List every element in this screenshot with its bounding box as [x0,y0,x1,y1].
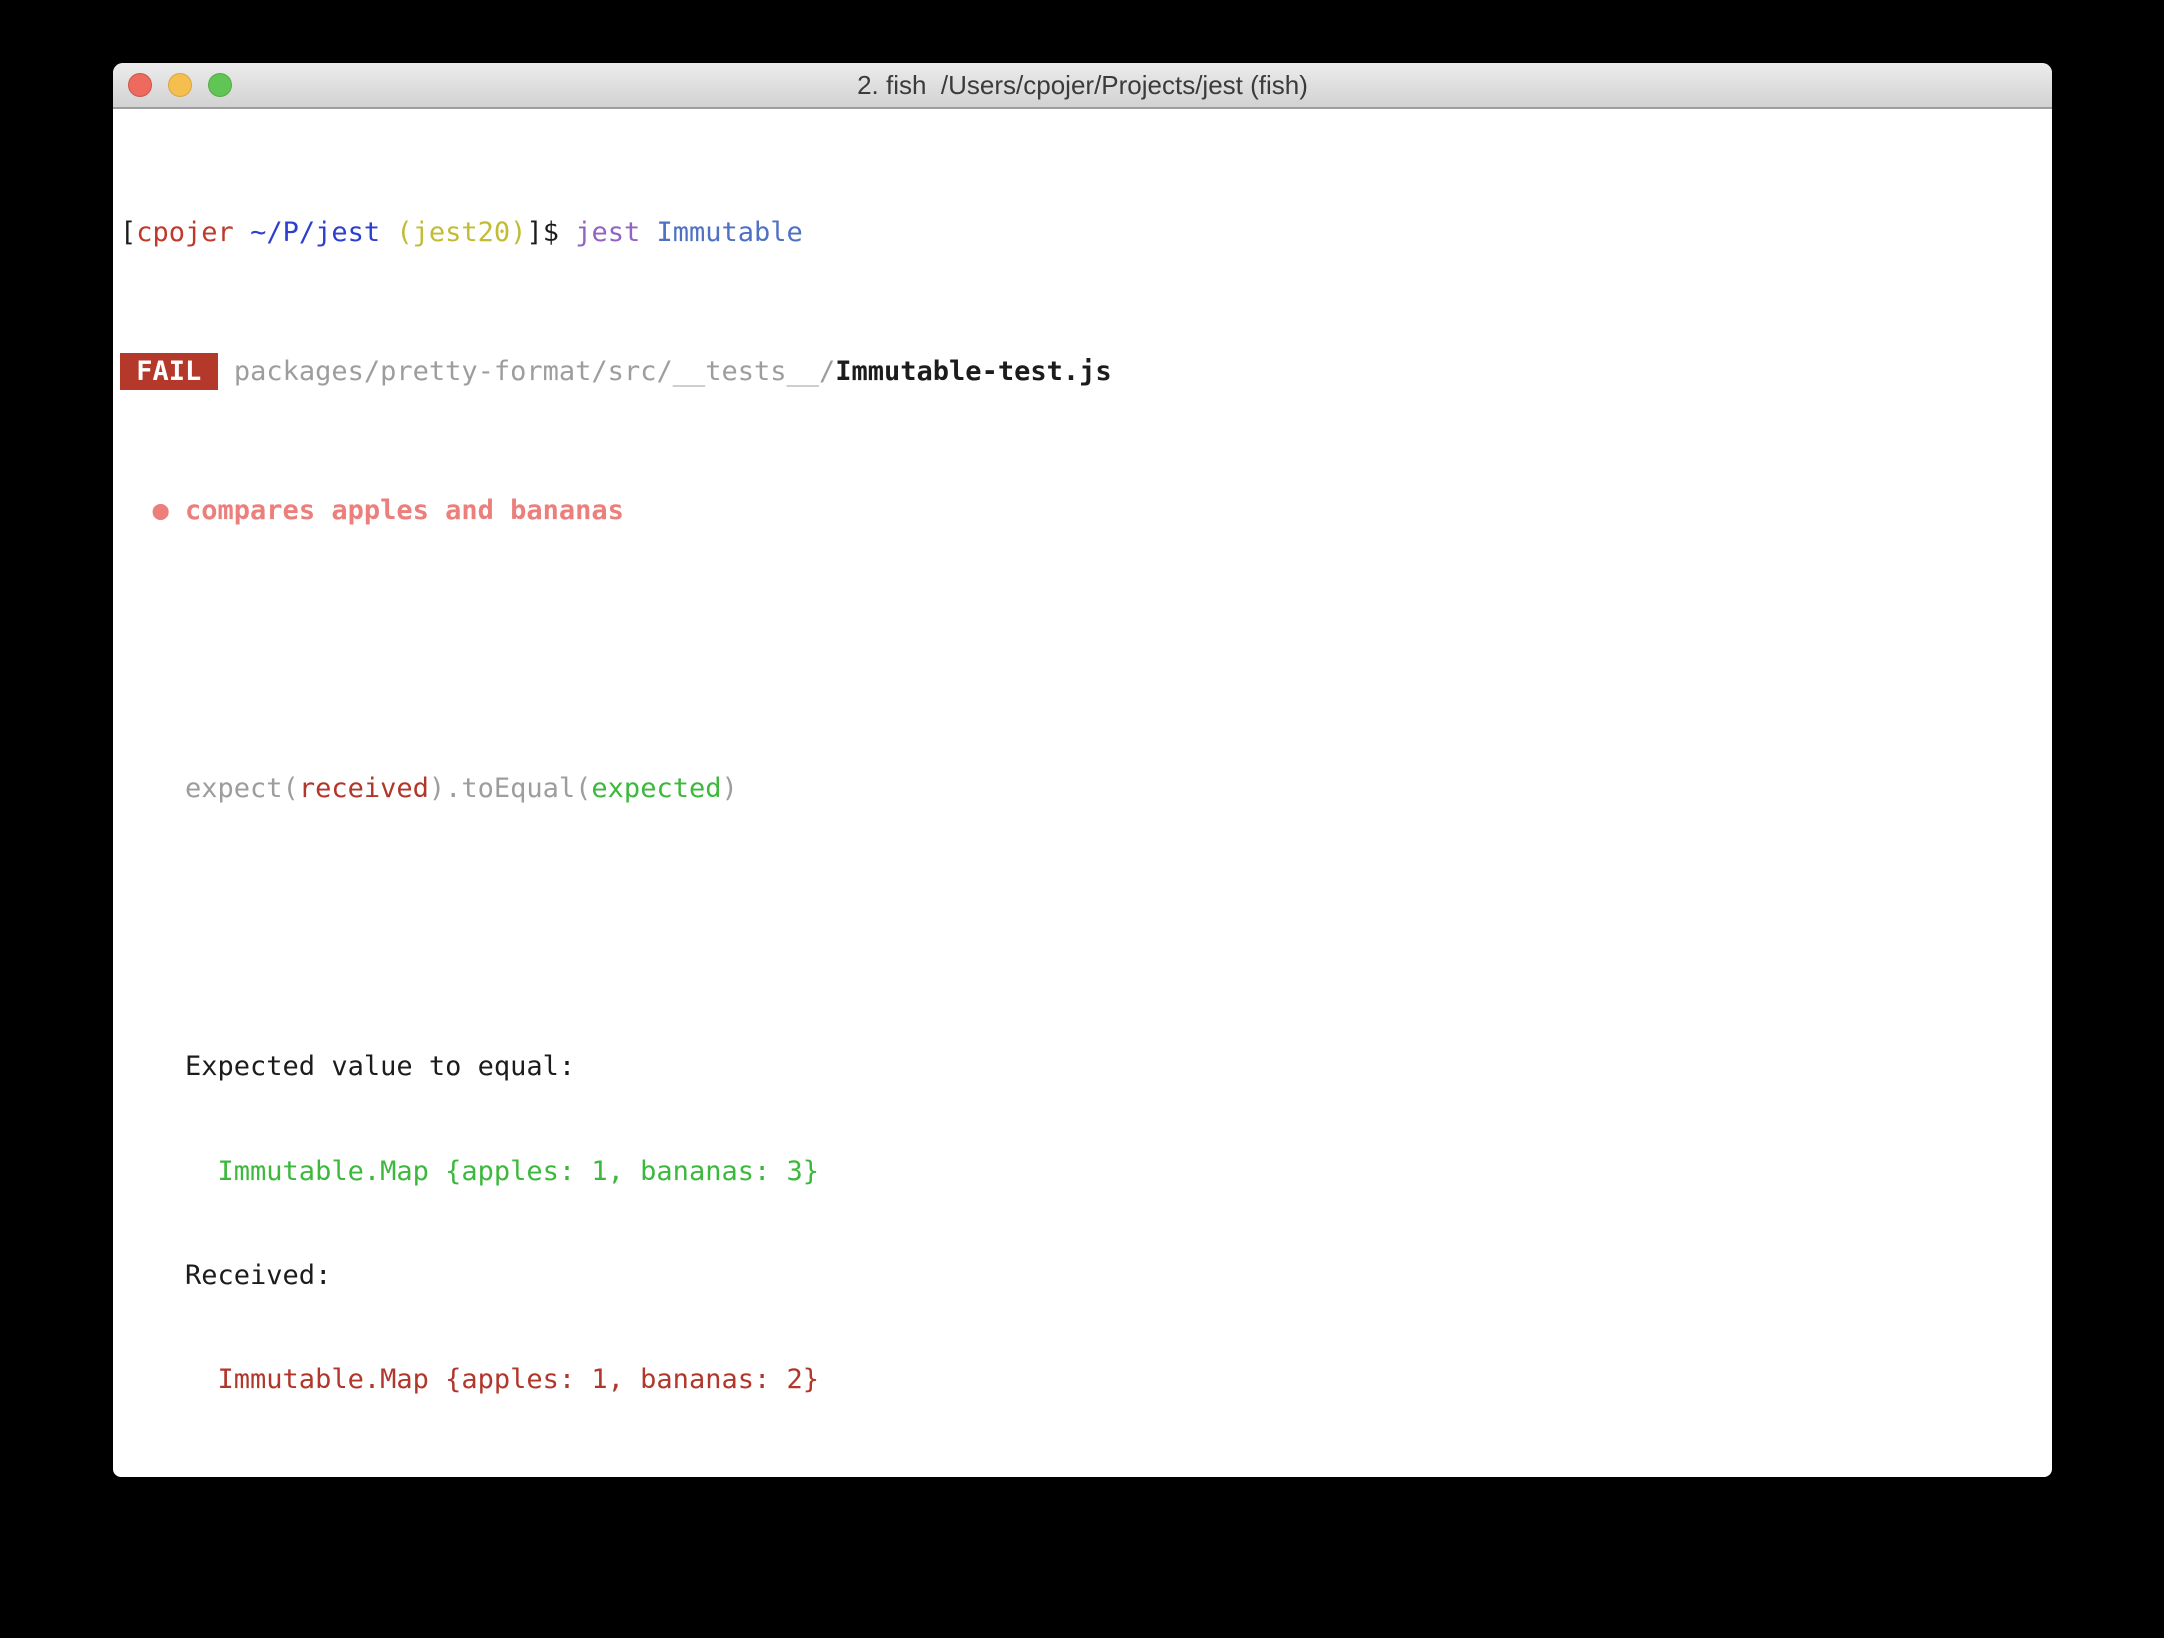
window-title: 2. fish /Users/cpojer/Projects/jest (fis… [857,70,1308,101]
seg: Received: [120,1260,331,1291]
prompt-branch: (jest20) [396,217,526,248]
seg: ).toEqual( [429,773,592,804]
test-title-line: ● compares apples and bananas [120,494,2052,529]
prompt-line: [cpojer ~/P/jest (jest20)]$ jest Immutab… [120,216,2052,251]
seg [380,217,396,248]
close-button-icon[interactable] [128,73,152,97]
seg [640,217,656,248]
seg [120,495,153,526]
fail-summary-line: FAIL packages/pretty-format/src/__tests_… [120,355,2052,390]
test-file-path: packages/pretty-format/src/__tests__/ [234,356,835,387]
expected-value-line: Immutable.Map {apples: 1, bananas: 3} [120,1155,2052,1190]
seg [234,217,250,248]
seg: ) [721,773,737,804]
received-value: Immutable.Map {apples: 1, bananas: 2} [120,1364,819,1395]
seg [218,356,234,387]
seg: Expected value to equal: [120,1051,575,1082]
expected-keyword: expected [591,773,721,804]
terminal-line-blank [120,633,2052,668]
terminal-line-blank [120,911,2052,946]
command-arg: Immutable [657,217,803,248]
terminal-window: 2. fish /Users/cpojer/Projects/jest (fis… [113,63,2052,1477]
fail-badge: FAIL [120,353,218,390]
command-name: jest [575,217,640,248]
titlebar[interactable]: 2. fish /Users/cpojer/Projects/jest (fis… [113,63,2052,109]
failed-test-title: ● compares apples and bananas [153,495,624,526]
traffic-lights [128,73,232,97]
received-keyword: received [299,773,429,804]
prompt-user: cpojer [136,217,234,248]
received-label-line: Received: [120,1259,2052,1294]
minimize-button-icon[interactable] [168,73,192,97]
seg: expect( [120,773,299,804]
test-file-name: Immutable-test.js [835,356,1111,387]
terminal-content[interactable]: [cpojer ~/P/jest (jest20)]$ jest Immutab… [113,109,2052,1477]
zoom-button-icon[interactable] [208,73,232,97]
prompt-bracket: [ [120,217,136,248]
prompt-symbol: ]$ [526,217,575,248]
prompt-path: ~/P/jest [250,217,380,248]
expected-value: Immutable.Map {apples: 1, bananas: 3} [120,1156,819,1187]
received-value-line: Immutable.Map {apples: 1, bananas: 2} [120,1363,2052,1398]
assertion-line: expect(received).toEqual(expected) [120,772,2052,807]
expected-label-line: Expected value to equal: [120,1050,2052,1085]
